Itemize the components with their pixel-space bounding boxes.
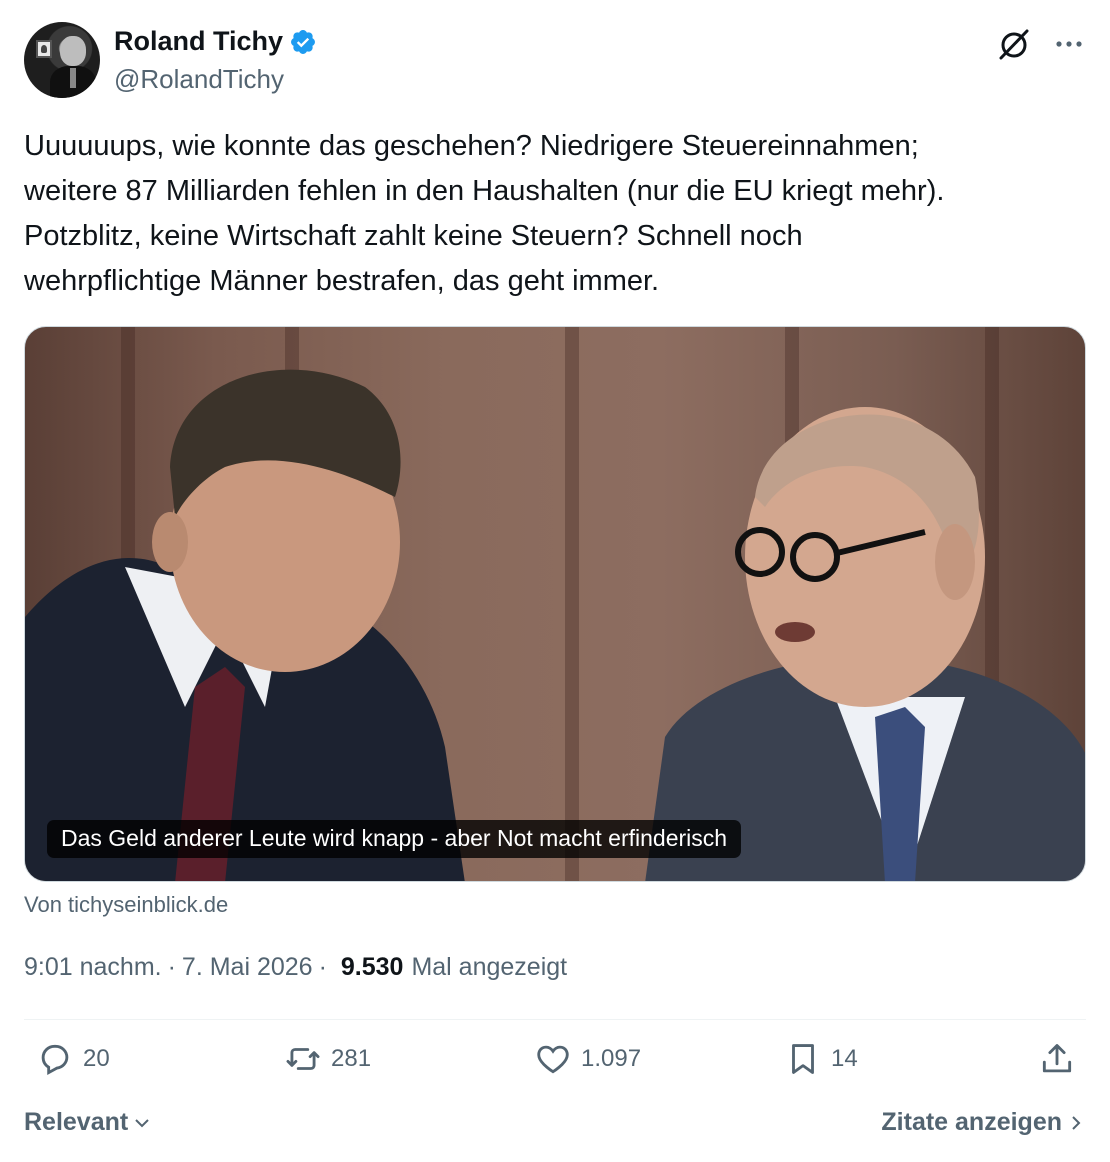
share-icon xyxy=(1042,1044,1072,1073)
more-icon[interactable] xyxy=(1052,27,1086,61)
avatar[interactable] xyxy=(24,22,100,98)
tweet-text: Uuuuuups, wie konnte das geschehen? Nied… xyxy=(24,130,945,297)
tweet-meta: 9:01 nachm. · 7. Mai 2026 · 9.530 Mal an… xyxy=(24,953,567,982)
card-image xyxy=(25,369,1085,881)
bookmark-count: 14 xyxy=(831,1045,858,1072)
meta-separator: · xyxy=(167,953,176,981)
bookmark-icon xyxy=(792,1044,814,1074)
grok-icon[interactable] xyxy=(996,26,1032,62)
views-label: Mal angezeigt xyxy=(411,953,568,981)
tweet-time[interactable]: 9:01 nachm. xyxy=(24,953,162,982)
like-count: 1.097 xyxy=(581,1045,642,1072)
author-handle[interactable]: @RolandTichy xyxy=(114,64,284,95)
tweet-date[interactable]: 7. Mai 2026 xyxy=(182,953,313,982)
link-card[interactable]: Das Geld anderer Leute wird knapp - aber… xyxy=(24,326,1086,882)
reply-icon xyxy=(41,1044,69,1076)
verified-badge-icon xyxy=(291,29,315,54)
repost-button[interactable]: 281 xyxy=(284,1040,371,1078)
meta-separator-2: · xyxy=(318,953,327,981)
view-quotes-link[interactable]: Zitate anzeigen xyxy=(881,1108,1086,1137)
like-icon xyxy=(537,1045,569,1074)
quotes-label: Zitate anzeigen xyxy=(881,1108,1062,1136)
divider xyxy=(24,1019,1086,1020)
views-count: 9.530 xyxy=(340,953,404,981)
action-bar: 20 281 1.097 14 xyxy=(24,1040,1086,1090)
sort-label: Relevant xyxy=(24,1108,129,1136)
repost-icon xyxy=(286,1048,320,1070)
card-source[interactable]: Von tichyseinblick.de xyxy=(24,892,228,918)
bookmark-button[interactable]: 14 xyxy=(784,1040,858,1078)
repost-count: 281 xyxy=(331,1045,372,1072)
sort-dropdown[interactable]: Relevant xyxy=(24,1108,152,1137)
chevron-right-icon xyxy=(1072,1115,1081,1130)
reply-count: 20 xyxy=(83,1045,110,1072)
author-name-row: Roland Tichy xyxy=(114,26,317,57)
share-button[interactable] xyxy=(1038,1040,1076,1078)
display-name[interactable]: Roland Tichy xyxy=(114,26,283,57)
chevron-down-icon xyxy=(135,1118,149,1127)
reply-button[interactable]: 20 xyxy=(36,1040,110,1078)
like-button[interactable]: 1.097 xyxy=(534,1040,641,1078)
card-caption: Das Geld anderer Leute wird knapp - aber… xyxy=(47,820,742,858)
tweet-header: Roland Tichy @RolandTichy xyxy=(24,22,1086,100)
